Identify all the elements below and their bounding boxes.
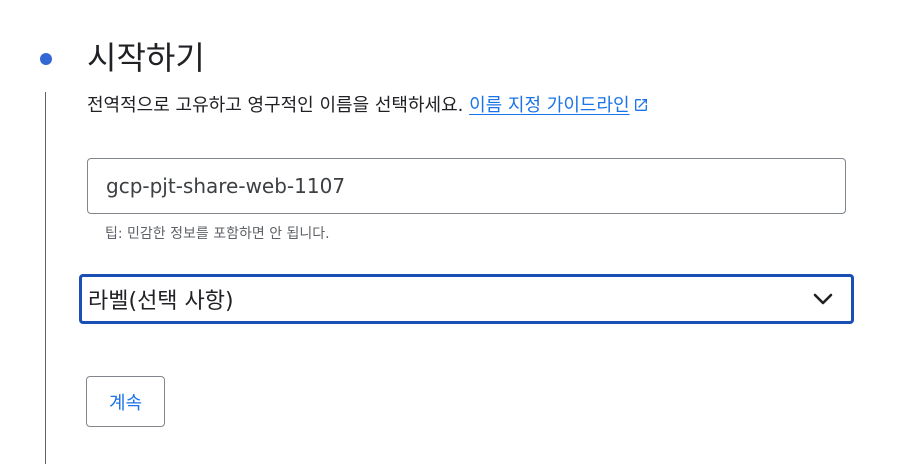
name-field-hint: 팁: 민감한 정보를 포함하면 안 됩니다. [105,226,330,242]
naming-guidelines-link-label: 이름 지정 가이드라인 [469,95,630,116]
labels-dropdown-label: 라벨(선택 사항) [88,289,234,314]
continue-button[interactable]: 계속 [86,376,165,427]
step-container: 시작하기 전역적으로 고유하고 영구적인 이름을 선택하세요. 이름 지정 가이… [0,0,920,476]
labels-dropdown[interactable]: 라벨(선택 사항) [79,274,854,324]
step-title: 시작하기 [87,39,205,77]
bucket-name-field[interactable] [87,158,846,214]
description-text: 전역적으로 고유하고 영구적인 이름을 선택하세요. [87,95,470,116]
chevron-down-icon [809,285,837,313]
bucket-name-input[interactable] [106,174,827,198]
step-indicator-dot [40,53,52,65]
step-connector-line [45,92,46,464]
naming-guidelines-link[interactable]: 이름 지정 가이드라인 [469,95,629,116]
step-description: 전역적으로 고유하고 영구적인 이름을 선택하세요. 이름 지정 가이드라인 [87,91,649,123]
open-in-new-icon [633,93,649,123]
